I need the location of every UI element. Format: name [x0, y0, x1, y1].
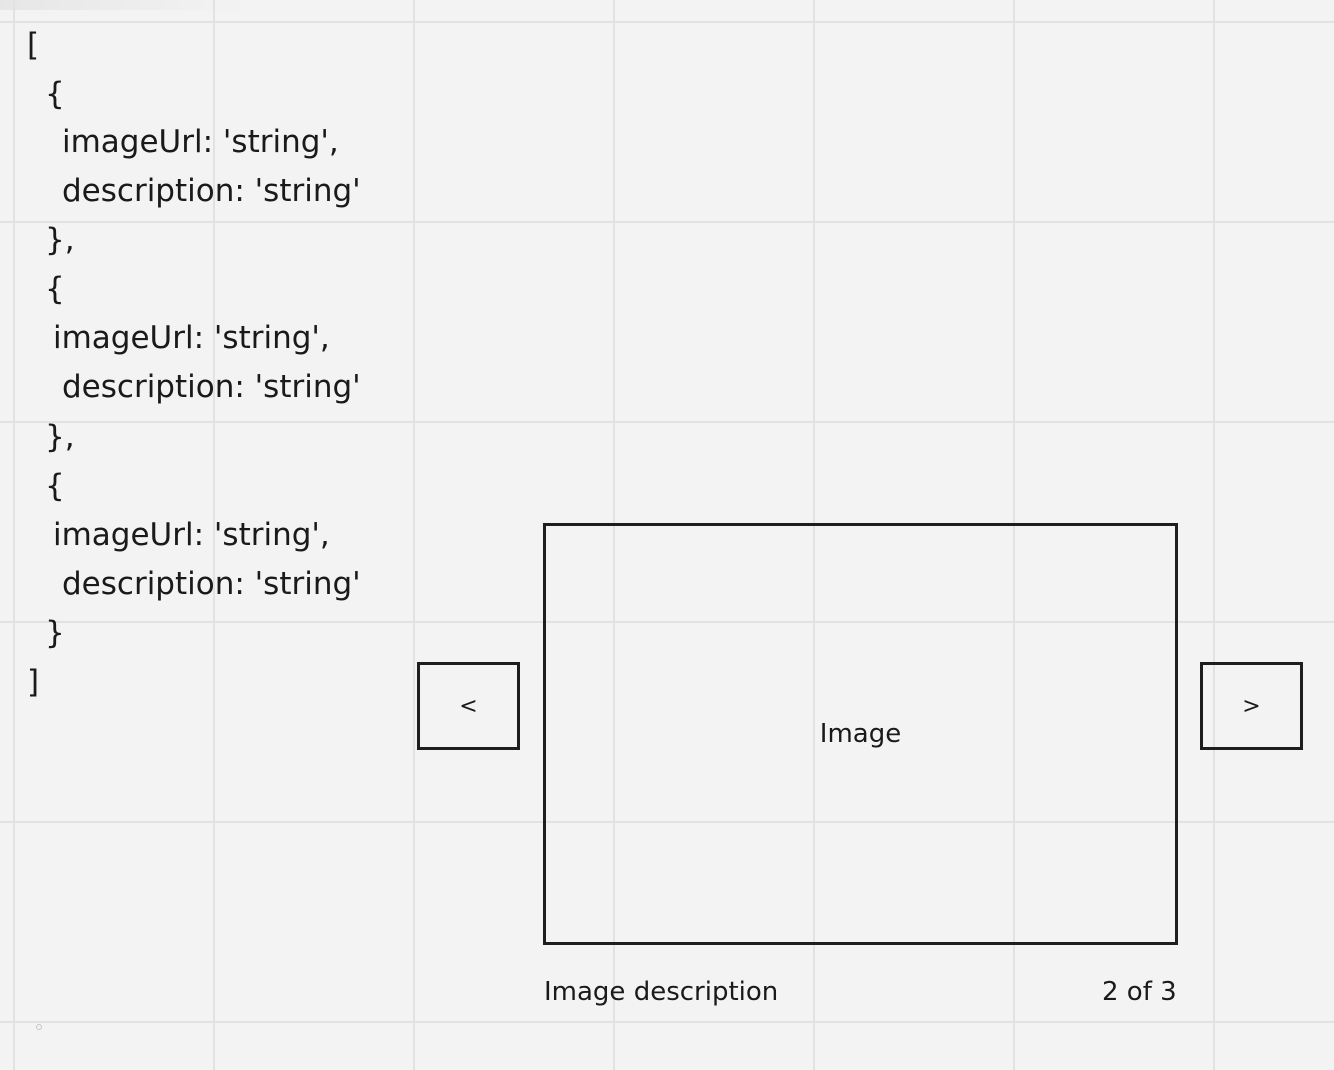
image-description: Image description	[544, 977, 779, 1007]
code-line: {	[45, 76, 65, 112]
next-button-label: >	[1242, 693, 1261, 719]
small-dot-marker	[36, 1024, 42, 1030]
code-line: description: 'string'	[62, 566, 361, 602]
top-edge-shadow	[0, 0, 250, 10]
code-line: imageUrl: 'string',	[62, 124, 339, 160]
code-line: [	[27, 27, 40, 63]
code-line: imageUrl: 'string',	[53, 320, 330, 356]
code-line: },	[45, 419, 75, 455]
code-line: imageUrl: 'string',	[53, 517, 330, 553]
carousel-image: Image	[543, 523, 1178, 945]
slide-counter: 2 of 3	[1102, 977, 1177, 1007]
code-line: ]	[27, 664, 40, 700]
code-line: description: 'string'	[62, 369, 361, 405]
code-line: {	[45, 271, 65, 307]
code-line: {	[45, 468, 65, 504]
image-placeholder-label: Image	[819, 719, 902, 749]
code-line: description: 'string'	[62, 173, 361, 209]
code-line: },	[45, 222, 75, 258]
prev-button-label: <	[459, 693, 478, 719]
next-button[interactable]: >	[1200, 662, 1303, 750]
code-line: }	[45, 615, 65, 651]
prev-button[interactable]: <	[417, 662, 520, 750]
